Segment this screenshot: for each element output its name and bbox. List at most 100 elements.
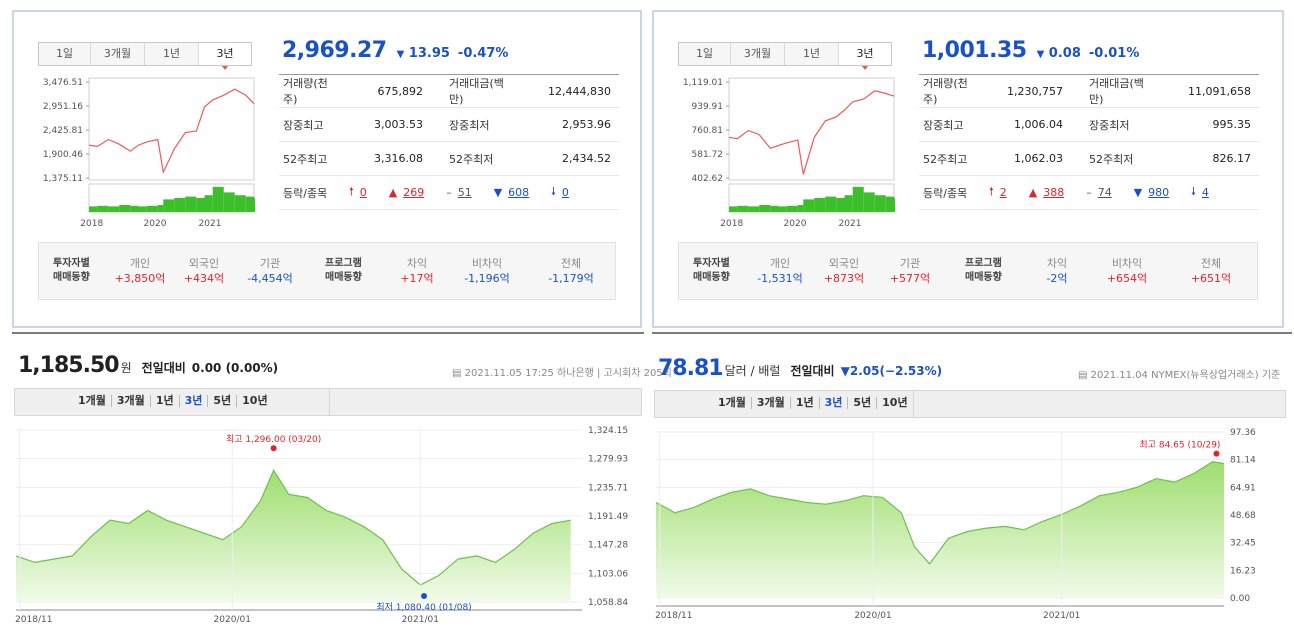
period-tab[interactable]: 3년 <box>180 395 209 407</box>
oil-price-chart: 97.36 81.14 64.91 48.68 32.45 16.23 0.00 2018/1… <box>655 428 1256 621</box>
calendar-icon: ▤ <box>1078 370 1091 381</box>
volume-bar <box>885 196 894 212</box>
tab-3month[interactable]: 3개월 <box>731 43 785 65</box>
period-tab[interactable]: 1년 <box>151 395 180 407</box>
usd-source: ▤ 2021.11.05 17:25 하나은행 | 고시회차 205회 <box>452 364 672 379</box>
y-tick-label: 32.45 <box>1230 539 1256 549</box>
stat-row: 거래량(천주) 675,892 거래대금(백만) 12,444,830 <box>279 74 619 108</box>
oil-source-text: 2021.11.04 NYMEX(뉴욕상업거래소) 기준 <box>1090 370 1281 381</box>
period-tab[interactable]: 3년 <box>820 397 849 409</box>
program-value: -1,179억 <box>548 272 594 285</box>
program-name: 비차익 <box>1111 257 1143 270</box>
x-tick-label: 2021 <box>839 219 862 229</box>
investor-name: 외국인 <box>828 257 860 270</box>
x-tick-label: 2020 <box>784 219 807 229</box>
tab-1day[interactable]: 1일 <box>39 43 91 65</box>
stat-value: 995.35 <box>1212 118 1252 131</box>
updown-count-link[interactable]: 388 <box>1043 186 1064 199</box>
investor-title-line: 투자자별 <box>53 258 90 269</box>
period-tab[interactable]: 10년 <box>877 397 912 409</box>
volume-bar <box>836 198 845 212</box>
y-tick-label: 939.91 <box>692 102 724 112</box>
stat-value: 11,091,658 <box>1188 84 1251 98</box>
tab-3year[interactable]: 3년 <box>839 43 891 70</box>
kosdaq-index-change: ▼ 0.08 <box>1037 46 1081 61</box>
tab-3month[interactable]: 3개월 <box>91 43 145 65</box>
stat-value: 2,953.96 <box>562 118 611 131</box>
oil-tab-list: 1개월 3개월 1년 3년 5년 10년 <box>713 397 913 409</box>
tab-1year[interactable]: 1년 <box>145 43 199 65</box>
kosdaq-period-tabs: 1일 3개월 1년 3년 <box>678 42 892 70</box>
investor-value: -4,454억 <box>247 272 293 285</box>
down-arrow-icon: ▼ <box>1036 49 1045 60</box>
updown-count-link[interactable]: 2 <box>1000 186 1007 199</box>
tab-divider <box>329 389 330 415</box>
y-tick-label: 97.36 <box>1230 428 1256 438</box>
stat-label: 52주최고 <box>923 152 968 166</box>
updown-count-link[interactable]: 4 <box>1202 186 1209 199</box>
program-col: 전체 -1,179억 <box>529 256 613 286</box>
low-label: 최저 1,080.40 (01/08) <box>376 602 471 613</box>
period-tab[interactable]: 10년 <box>237 395 272 407</box>
period-tab[interactable]: 1개월 <box>713 397 752 409</box>
period-tab[interactable]: 1년 <box>791 397 820 409</box>
volume-bar <box>108 206 120 212</box>
x-tick-label: 2021/01 <box>402 615 439 625</box>
volume-bar <box>174 198 186 212</box>
stat-value: 3,316.08 <box>374 152 423 165</box>
oil-header: 78.81 달러 / 배럴 전일대비 ▼2.05(−2.53%) <box>658 356 942 381</box>
y-tick-label: 1,375.11 <box>43 174 83 184</box>
period-tab[interactable]: 3개월 <box>752 397 791 409</box>
updown-count-link[interactable]: 980 <box>1148 186 1169 199</box>
oil-period-tabs: 1개월 3개월 1년 3년 5년 10년 <box>654 390 1286 418</box>
stat-row: 장중최고 1,006.04 장중최저 995.35 <box>919 108 1259 142</box>
y-tick-label: 760.81 <box>692 126 724 136</box>
updown-count-link[interactable]: 74 <box>1098 186 1112 199</box>
period-tab[interactable]: 5년 <box>848 397 878 409</box>
kospi-index-rate: -0.47% <box>457 46 509 61</box>
y-tick-label: 581.72 <box>692 150 724 160</box>
volume-bar <box>852 186 864 212</box>
investor-col: 기관 +577억 <box>877 256 943 286</box>
high-label: 최고 1,296.00 (03/20) <box>226 434 321 445</box>
program-col: 전체 +651억 <box>1169 256 1253 286</box>
x-tick-label: 2020/01 <box>854 611 891 621</box>
tab-1year[interactable]: 1년 <box>785 43 839 65</box>
period-tab[interactable]: 3개월 <box>112 395 151 407</box>
investor-value: -1,531억 <box>757 272 803 285</box>
program-title-line: 프로그램 <box>965 258 1002 269</box>
updown-item: 🠗 0 <box>551 183 569 202</box>
updown-row: 등락/종목 🠕 2 ▲ 388–74 ▼ 980 🠗 4 <box>919 176 1259 210</box>
up-triangle-icon: ▲ <box>1028 186 1038 199</box>
investor-col: 기관 -4,454억 <box>237 256 303 286</box>
updown-item: ▼ 980 <box>1134 186 1169 199</box>
program-value: -2억 <box>1046 272 1068 285</box>
updown-count-link[interactable]: 269 <box>403 186 424 199</box>
updown-count-link[interactable]: 0 <box>360 186 367 199</box>
stat-label: 장중최고 <box>283 118 324 132</box>
investor-col: 외국인 +434억 <box>171 256 237 286</box>
tab-3year-label: 3년 <box>216 47 234 60</box>
high-point-marker <box>270 445 277 452</box>
updown-count-link[interactable]: 51 <box>458 186 472 199</box>
stat-label: 장중최저 <box>449 118 490 132</box>
kosdaq-index-header: 1,001.35 ▼ 0.08 -0.01% <box>922 38 1139 63</box>
y-tick-label: 402.62 <box>692 174 724 184</box>
kosdaq-stat-table: 거래량(천주) 1,230,757 거래대금(백만) 11,091,658 장중… <box>919 74 1259 210</box>
investor-value: +577억 <box>889 272 931 285</box>
usd-prev-label: 전일대비 <box>141 361 186 375</box>
period-tab[interactable]: 5년 <box>208 395 238 407</box>
oil-prev-label: 전일대비 <box>790 364 835 378</box>
updown-count-link[interactable]: 0 <box>562 186 569 199</box>
tab-1day[interactable]: 1일 <box>679 43 731 65</box>
program-name: 차익 <box>1046 257 1068 270</box>
usd-rate-value: 1,185.50 <box>18 353 120 378</box>
stat-value: 3,003.53 <box>374 118 423 131</box>
usd-source-text: 2021.11.05 17:25 하나은행 | 고시회차 205회 <box>464 368 672 379</box>
updown-item: –74 <box>1086 186 1112 199</box>
tab-3year[interactable]: 3년 <box>199 43 251 70</box>
program-col: 비차익 +654억 <box>1085 256 1169 286</box>
period-tab[interactable]: 1개월 <box>73 395 112 407</box>
volume-bar <box>737 205 749 212</box>
updown-count-link[interactable]: 608 <box>508 186 529 199</box>
